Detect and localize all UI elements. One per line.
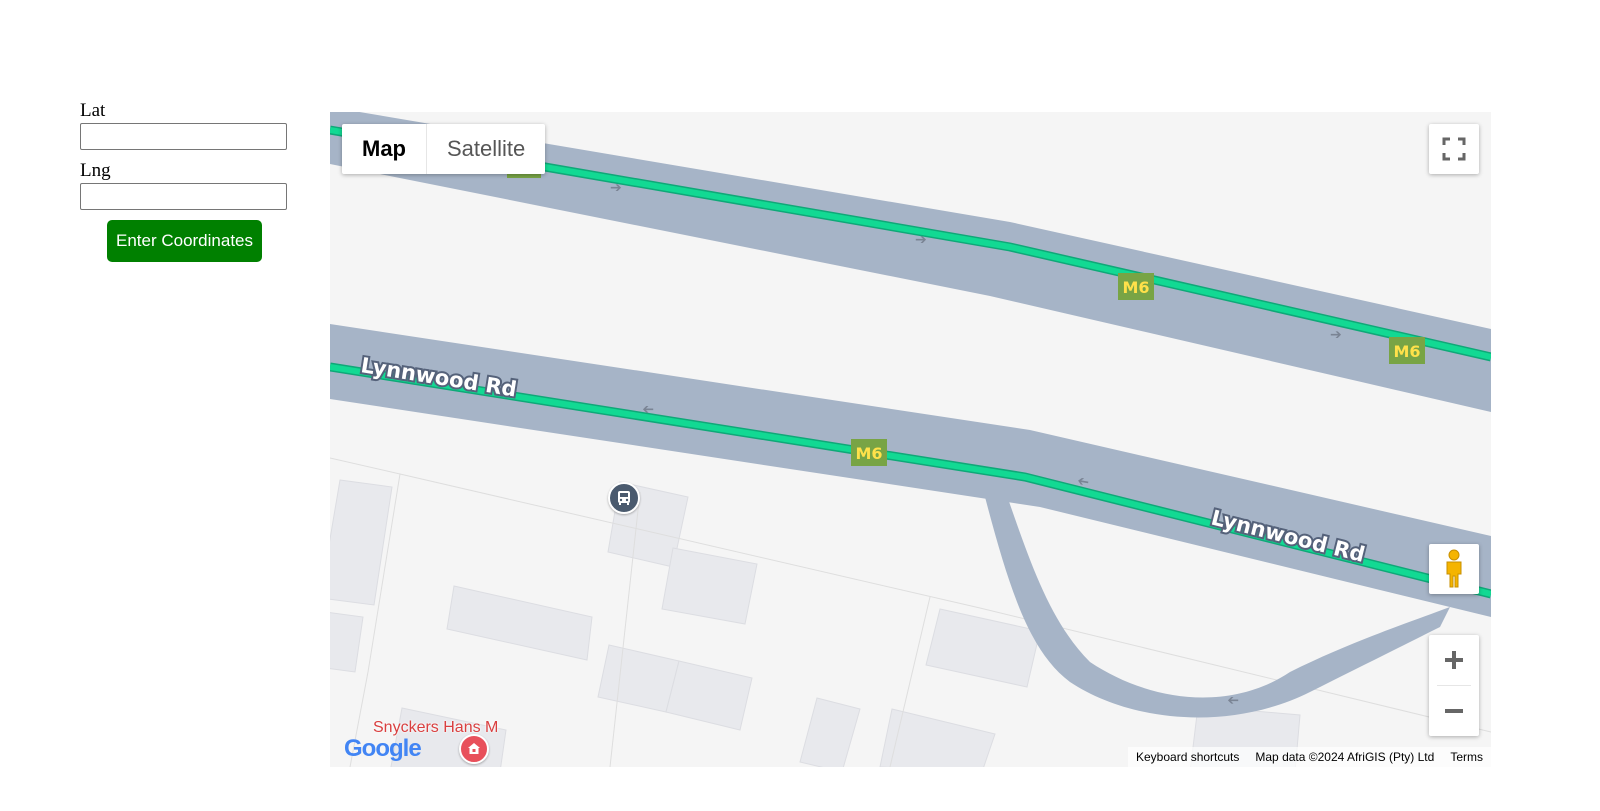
- svg-text:M6: M6: [1122, 278, 1149, 297]
- route-shield: M6: [1118, 273, 1154, 300]
- map-data-attribution: Map data ©2024 AfriGIS (Pty) Ltd: [1255, 750, 1435, 764]
- lng-input[interactable]: [80, 183, 287, 210]
- map-type-control: Map Satellite: [342, 124, 546, 174]
- svg-text:➔: ➔: [642, 401, 654, 417]
- svg-text:➔: ➔: [1227, 692, 1239, 708]
- coordinate-form: Lat Lng Enter Coordinates: [80, 100, 290, 262]
- svg-text:➔: ➔: [915, 232, 927, 248]
- terms-link[interactable]: Terms: [1442, 750, 1491, 764]
- map-footer: Keyboard shortcuts Map data ©2024 AfriGI…: [1128, 747, 1491, 767]
- google-logo-text: Google: [344, 735, 422, 762]
- zoom-in-button[interactable]: [1429, 635, 1479, 685]
- keyboard-shortcuts-link[interactable]: Keyboard shortcuts: [1128, 750, 1247, 764]
- lat-input[interactable]: [80, 123, 287, 150]
- zoom-out-button[interactable]: [1429, 686, 1479, 736]
- bus-icon: [618, 491, 630, 505]
- minus-icon: [1445, 709, 1463, 713]
- poi-marker[interactable]: [459, 734, 489, 764]
- svg-text:➔: ➔: [1330, 327, 1342, 343]
- lng-label: Lng: [80, 160, 111, 181]
- svg-text:M6: M6: [855, 444, 882, 463]
- map-tiles: ➔ ➔ ➔ ➔ ➔ ➔ Lynnwood Rd Lynnwood Rd M6 M…: [330, 112, 1491, 767]
- plus-icon: [1445, 651, 1463, 669]
- svg-text:➔: ➔: [610, 180, 622, 196]
- svg-text:M6: M6: [1393, 342, 1420, 361]
- lat-label: Lat: [80, 100, 106, 121]
- google-logo[interactable]: Google: [344, 735, 422, 763]
- fullscreen-icon: [1442, 137, 1466, 161]
- route-shield: M6: [1389, 337, 1425, 364]
- map-type-satellite-button[interactable]: Satellite: [426, 124, 545, 174]
- street-view-pegman-button[interactable]: [1429, 544, 1479, 594]
- map-type-map-button[interactable]: Map: [342, 124, 426, 174]
- zoom-control: [1429, 635, 1479, 736]
- enter-coordinates-button[interactable]: Enter Coordinates: [107, 220, 262, 262]
- map-canvas[interactable]: ➔ ➔ ➔ ➔ ➔ ➔ Lynnwood Rd Lynnwood Rd M6 M…: [330, 112, 1491, 767]
- pegman-icon: [1446, 549, 1462, 588]
- fullscreen-button[interactable]: [1429, 124, 1479, 174]
- route-shield: M6: [851, 439, 887, 466]
- bus-stop-marker[interactable]: [608, 482, 640, 514]
- home-pin-icon: [468, 743, 480, 754]
